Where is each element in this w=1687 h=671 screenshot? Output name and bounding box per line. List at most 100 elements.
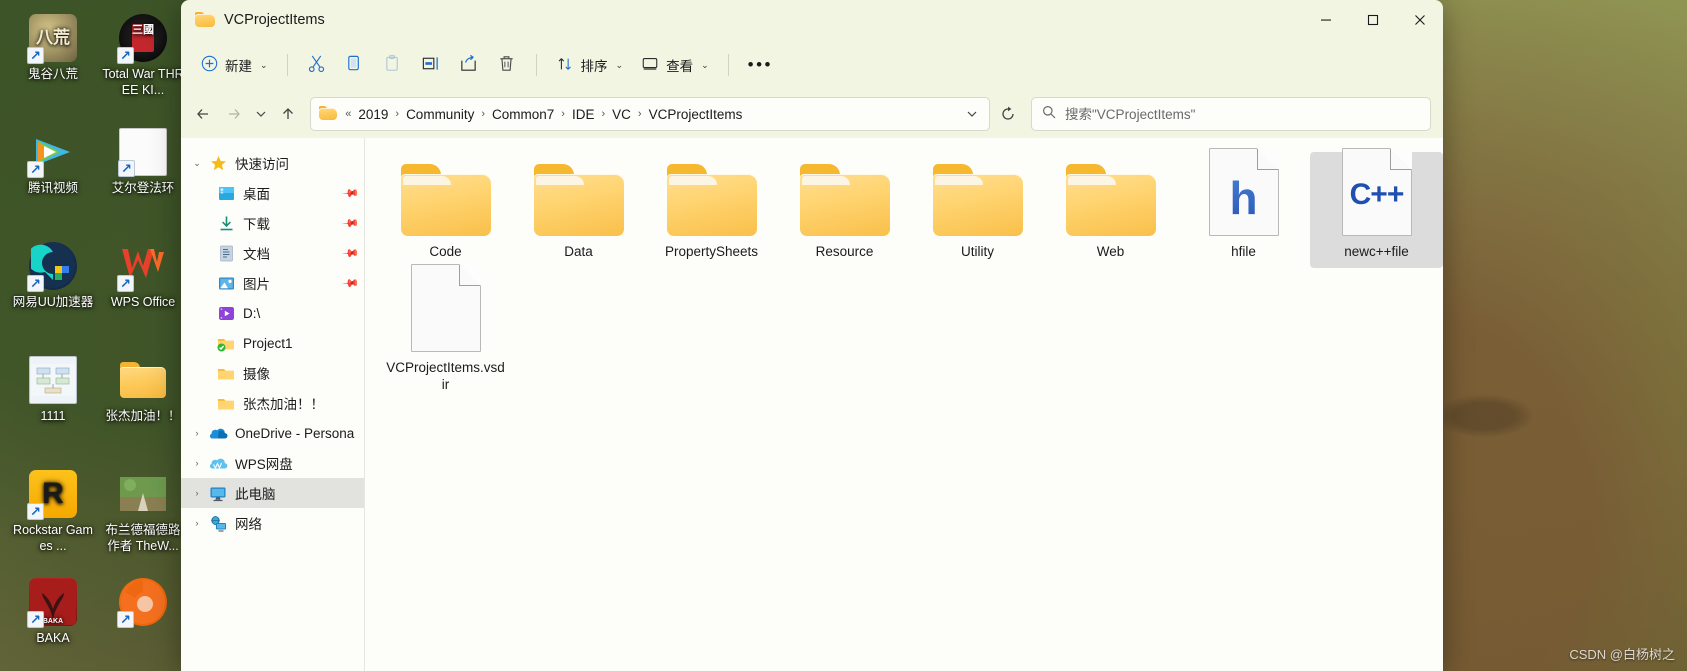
rockstar-games-shortcut: R ↗ bbox=[27, 470, 77, 520]
video-drive-icon bbox=[215, 305, 237, 322]
rename-button[interactable] bbox=[413, 47, 449, 83]
paste-button[interactable] bbox=[375, 47, 411, 83]
chevron-right-icon[interactable]: › bbox=[187, 428, 207, 438]
minimize-button[interactable] bbox=[1302, 0, 1349, 40]
desktop-icon-9[interactable]: 布兰德福德路 作者 TheW... bbox=[100, 470, 186, 554]
wps-office-shortcut: ↗ bbox=[117, 242, 167, 292]
pin-icon[interactable]: 📌 bbox=[342, 184, 361, 202]
plus-circle-icon bbox=[201, 55, 218, 75]
file-tile[interactable]: Resource bbox=[778, 152, 911, 268]
share-button[interactable] bbox=[451, 47, 487, 83]
desktop-icon-1[interactable]: 三國 ↗ Total War THREE KI... bbox=[100, 14, 186, 98]
file-tile[interactable]: VCProjectItems.vsdir bbox=[379, 264, 512, 401]
desktop-icon-4[interactable]: ↗ 网易UU加速器 bbox=[10, 242, 96, 310]
sidebar-item-label: D:\ bbox=[243, 305, 261, 321]
file-tile[interactable]: PropertySheets bbox=[645, 152, 778, 268]
netease-uu-booster-shortcut: ↗ bbox=[27, 242, 77, 292]
diagram-image-file bbox=[29, 356, 77, 404]
sidebar-item-d-drive[interactable]: D:\ bbox=[181, 298, 364, 328]
shortcut-overlay-icon: ↗ bbox=[117, 611, 134, 628]
h-header-file-icon: h bbox=[1208, 148, 1279, 236]
desktop-icon-3[interactable]: ↗ 艾尔登法环 bbox=[100, 128, 186, 196]
file-tile[interactable]: C++ newc++file bbox=[1310, 148, 1443, 268]
content-pane[interactable]: Code Data PropertySheets Resource Utility Web… bbox=[364, 138, 1443, 671]
sidebar-item-documents[interactable]: 文档 📌 bbox=[181, 238, 364, 268]
sidebar-item-network[interactable]: › 网络 bbox=[181, 508, 364, 538]
documents-icon bbox=[215, 245, 237, 262]
desktop-icon-0[interactable]: 八荒 ↗ 鬼谷八荒 bbox=[10, 14, 96, 82]
desktop-icon-label: WPS Office bbox=[110, 295, 176, 309]
view-button[interactable]: 查看 ⌄ bbox=[633, 47, 717, 83]
cut-button[interactable] bbox=[299, 47, 335, 83]
recent-locations-button[interactable] bbox=[250, 98, 271, 130]
file-name-label: Resource bbox=[815, 244, 874, 259]
sidebar-item-downloads[interactable]: 下载 📌 bbox=[181, 208, 364, 238]
sidebar-item-wps-cloud[interactable]: › WPS网盘 bbox=[181, 448, 364, 478]
file-tile[interactable]: Utility bbox=[911, 152, 1044, 268]
desktop-icon-10[interactable]: BAKA ↗ BAKA bbox=[10, 578, 96, 646]
this-pc-icon bbox=[207, 485, 229, 502]
sidebar-item-project1[interactable]: Project1 bbox=[181, 328, 364, 358]
breadcrumb-overflow-indicator[interactable]: « bbox=[343, 108, 353, 120]
desktop-icon-label: 网易UU加速器 bbox=[12, 295, 94, 309]
close-button[interactable] bbox=[1396, 0, 1443, 40]
chevron-down-icon: ⌄ bbox=[615, 59, 624, 70]
breadcrumb-segment-community[interactable]: Community bbox=[401, 104, 479, 125]
copy-button[interactable] bbox=[337, 47, 373, 83]
chevron-right-icon[interactable]: › bbox=[187, 488, 207, 498]
file-tile[interactable]: h hfile bbox=[1177, 148, 1310, 268]
navigation-pane: ⌄ 快速访问 桌面 📌 下载 📌 文档 📌 图片 📌 D:\ Project1 摄像 张杰加油！！ › One… bbox=[181, 138, 364, 671]
delete-button[interactable] bbox=[489, 47, 525, 83]
shortcut-overlay-icon: ↗ bbox=[27, 161, 44, 178]
file-tile[interactable]: Code bbox=[379, 152, 512, 268]
sidebar-item-label: OneDrive - Persona bbox=[235, 425, 355, 441]
address-bar[interactable]: «2019 › Community › Common7 › IDE › VC › VCProject… bbox=[310, 97, 991, 131]
shortcut-overlay-icon: ↗ bbox=[27, 611, 44, 628]
sidebar-item-pictures[interactable]: 图片 📌 bbox=[181, 268, 364, 298]
toolbar-divider-3 bbox=[727, 54, 729, 76]
search-box[interactable] bbox=[1031, 97, 1432, 131]
file-tile[interactable]: Data bbox=[512, 152, 645, 268]
sidebar-item-camera[interactable]: 摄像 bbox=[181, 358, 364, 388]
sidebar-item-onedrive[interactable]: › OneDrive - Persona bbox=[181, 418, 364, 448]
breadcrumb-segment-ide[interactable]: IDE bbox=[567, 104, 600, 125]
address-dropdown-button[interactable] bbox=[959, 100, 985, 128]
back-button[interactable] bbox=[189, 98, 218, 130]
breadcrumb-segment-common7[interactable]: Common7 bbox=[487, 104, 559, 125]
breadcrumb-segment-vc[interactable]: VC bbox=[607, 104, 636, 125]
chevron-down-icon: ⌄ bbox=[701, 59, 709, 70]
desktop-icon-8[interactable]: R ↗ Rockstar Games ... bbox=[10, 470, 96, 554]
up-button[interactable] bbox=[274, 98, 303, 130]
sidebar-item-zhangjie[interactable]: 张杰加油！！ bbox=[181, 388, 364, 418]
breadcrumb-segment-2019[interactable]: 2019 bbox=[353, 104, 393, 125]
breadcrumb-segment-vcprojectitems[interactable]: VCProjectItems bbox=[644, 104, 748, 125]
new-button[interactable]: 新建 ⌄ bbox=[193, 47, 276, 83]
sort-button[interactable]: 排序 ⌄ bbox=[548, 47, 632, 83]
desktop-icon-11[interactable]: ↗ bbox=[100, 578, 186, 630]
sidebar-item-this-pc[interactable]: › 此电脑 bbox=[181, 478, 364, 508]
pin-icon[interactable]: 📌 bbox=[342, 244, 361, 262]
forward-button[interactable] bbox=[220, 98, 249, 130]
maximize-button[interactable] bbox=[1349, 0, 1396, 40]
window-title: VCProjectItems bbox=[224, 12, 325, 28]
pin-icon[interactable]: 📌 bbox=[342, 274, 361, 292]
pin-icon[interactable]: 📌 bbox=[342, 214, 361, 232]
desktop-icon-5[interactable]: ↗ WPS Office bbox=[100, 242, 186, 310]
chevron-down-icon[interactable]: ⌄ bbox=[187, 158, 207, 169]
desktop-icon-7[interactable]: 张杰加油！！ bbox=[100, 356, 186, 424]
scissors-icon bbox=[307, 54, 326, 76]
folder-icon bbox=[533, 158, 624, 236]
search-input[interactable] bbox=[1065, 106, 1421, 122]
sidebar-item-desktop[interactable]: 桌面 📌 bbox=[181, 178, 364, 208]
desktop-icon-6[interactable]: 1111 bbox=[10, 356, 96, 424]
view-button-label: 查看 bbox=[666, 59, 694, 74]
chevron-right-icon[interactable]: › bbox=[187, 518, 207, 528]
search-icon bbox=[1042, 105, 1056, 124]
refresh-button[interactable] bbox=[994, 99, 1021, 129]
breadcrumb-separator: › bbox=[481, 108, 485, 120]
sidebar-item-quick-access[interactable]: ⌄ 快速访问 bbox=[181, 148, 364, 178]
chevron-right-icon[interactable]: › bbox=[187, 458, 207, 468]
desktop-icon-2[interactable]: ↗ 腾讯视频 bbox=[10, 128, 96, 196]
more-options-button[interactable]: ••• bbox=[740, 47, 781, 83]
file-tile[interactable]: Web bbox=[1044, 152, 1177, 268]
